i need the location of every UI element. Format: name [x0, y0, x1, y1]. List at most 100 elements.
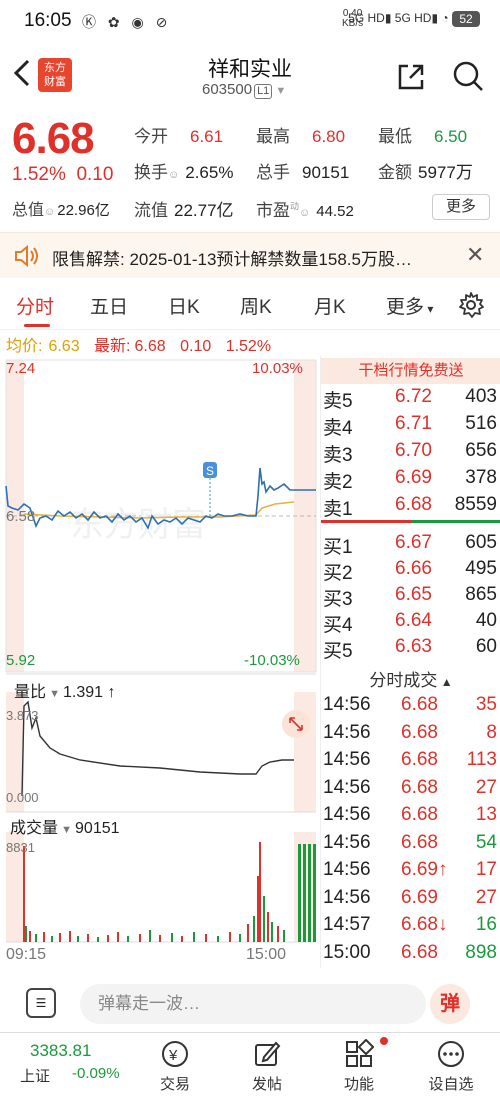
bid-row[interactable]: 买2 6.66 495 — [321, 558, 500, 584]
intraday-chart[interactable]: 东方财富 S 7.24 10.03% 6.58 5.92 -10.03% 量比 … — [0, 356, 320, 976]
ask-row[interactable]: 卖2 6.69 378 — [321, 467, 500, 493]
tick-row: 14:56 6.68 13 — [321, 804, 500, 832]
ask-row[interactable]: 卖3 6.70 656 — [321, 440, 500, 466]
volume-selector[interactable]: 成交量 ▼ 90151 — [10, 814, 120, 838]
gear-icon[interactable] — [458, 292, 484, 318]
bid-row[interactable]: 买4 6.64 40 — [321, 610, 500, 636]
notice-text: 限售解禁: 2025-01-13预计解禁数量158.5万股… — [52, 250, 412, 269]
tick-price: 6.69 — [401, 886, 438, 908]
tick-time: 14:56 — [323, 804, 371, 825]
more-button[interactable]: 更多 — [432, 194, 490, 220]
stock-header: 东方 财富 祥和实业 603500 L1 ▼ — [0, 44, 500, 106]
bid-row[interactable]: 买1 6.67 605 — [321, 532, 500, 558]
tick-time: 14:56 — [323, 831, 371, 853]
time-axis-end: 15:00 — [246, 946, 287, 963]
index-change: -0.09% — [72, 1065, 120, 1082]
tick-row: 14:56 6.68 35 — [321, 694, 500, 722]
free-level2-banner[interactable]: 干档行情免费送 — [321, 358, 500, 384]
open-field: 今开 6.61 — [134, 127, 224, 146]
tick-row: 14:56 6.68 113 — [321, 749, 500, 777]
tick-row: 14:56 6.68 54 — [321, 832, 500, 860]
tick-price: 6.68 — [401, 721, 438, 743]
bid-volume: 865 — [465, 584, 497, 605]
tick-time: 14:56 — [323, 694, 371, 715]
danmaku-input[interactable]: 弹幕走一波… — [80, 984, 426, 1024]
tick-price: 6.68 — [401, 831, 438, 853]
nav-functions[interactable]: 功能 — [314, 1033, 404, 1105]
bid-label: 买3 — [323, 589, 353, 610]
time-axis-start: 09:15 — [6, 946, 47, 963]
bid-row[interactable]: 买3 6.65 865 — [321, 584, 500, 610]
tick-row: 14:56 6.68 27 — [321, 777, 500, 805]
status-notification-icons: Ⓚ ✿ ◉ ⊘ — [82, 14, 172, 30]
tick-price: 6.68 — [401, 749, 438, 770]
tick-volume: 8 — [486, 721, 497, 743]
tick-price: 6.68 — [401, 941, 438, 963]
tab-monthly-k[interactable]: 月K — [314, 292, 346, 319]
volume-bars — [23, 842, 316, 942]
ask-volume: 8559 — [454, 494, 497, 515]
tab-5day[interactable]: 五日 — [90, 292, 128, 319]
ask-volume: 378 — [465, 467, 497, 488]
tick-volume: 35 — [475, 694, 497, 715]
tick-price: 6.68 — [401, 776, 438, 798]
tick-time: 14:56 — [323, 776, 371, 798]
bid-label: 买1 — [323, 537, 353, 558]
info-icon[interactable]: ☺ — [299, 207, 310, 219]
close-shade — [294, 360, 316, 672]
tick-row: 14:56 6.69↑ 17 — [321, 859, 500, 887]
bottom-nav: 3383.81 上证 -0.09% ¥ 交易 发帖 功能 设自选 — [0, 1032, 500, 1105]
index-value: 3383.81 — [30, 1041, 92, 1060]
ask-row[interactable]: 卖1 6.68 8559 — [321, 494, 500, 520]
status-time: 16:05 — [24, 10, 72, 31]
ask-price: 6.70 — [395, 440, 432, 461]
bid-volume: 495 — [465, 558, 497, 579]
signal-2: 5G HD — [394, 11, 432, 26]
tab-intraday[interactable]: 分时 — [16, 292, 54, 319]
status-bar: 16:05 Ⓚ ✿ ◉ ⊘ 0.40 KB/s 5G HD▮ 5G HD▮ ◔ 5… — [0, 0, 500, 40]
tab-weekly-k[interactable]: 周K — [240, 292, 272, 319]
tick-volume: 16 — [475, 914, 497, 935]
unlock-notice-bar[interactable]: 限售解禁: 2025-01-13预计解禁数量158.5万股… ✕ — [0, 232, 500, 278]
tick-price: 6.68 — [401, 694, 438, 715]
ask-label: 卖4 — [323, 418, 353, 439]
bid-volume: 605 — [465, 532, 497, 553]
ask-label: 卖2 — [323, 472, 353, 493]
signal-marker-label: S — [206, 464, 214, 478]
bid-price: 6.66 — [395, 558, 432, 579]
ask-row[interactable]: 卖5 6.72 403 — [321, 386, 500, 412]
info-icon[interactable]: ☺ — [168, 169, 179, 181]
chart-tabs: 分时 五日 日K 周K 月K 更多 ▾ — [0, 282, 500, 330]
float-cap-field: 流值 22.77亿 — [134, 201, 234, 220]
tab-daily-k[interactable]: 日K — [168, 292, 200, 319]
price-axis-bottom: 5.92 — [6, 652, 36, 669]
stock-code-selector[interactable]: 603500 L1 ▼ — [202, 81, 286, 99]
nav-trade[interactable]: ¥ 交易 — [130, 1033, 220, 1105]
danmaku-settings-icon[interactable]: ☰ — [26, 988, 56, 1018]
tick-time: 15:00 — [323, 941, 371, 963]
nav-post[interactable]: 发帖 — [222, 1033, 312, 1105]
search-icon[interactable] — [452, 60, 484, 92]
tick-time: 14:57 — [323, 914, 371, 935]
bid-price: 6.67 — [395, 532, 432, 553]
ask-row[interactable]: 卖4 6.71 516 — [321, 413, 500, 439]
ticks-title[interactable]: 分时成交 ▲ — [321, 666, 500, 691]
tab-more[interactable]: 更多 ▾ — [386, 292, 433, 319]
tick-volume: 898 — [465, 941, 497, 963]
tick-volume: 27 — [475, 776, 497, 798]
info-icon[interactable]: ☺ — [44, 206, 55, 218]
share-icon[interactable] — [396, 62, 426, 92]
tick-row: 15:00 6.68 898 — [321, 942, 500, 970]
index-widget[interactable]: 3383.81 上证 -0.09% — [0, 1033, 140, 1105]
danmaku-button[interactable]: 弹 — [430, 984, 470, 1024]
tick-price: 6.68↓ — [401, 914, 448, 935]
price-change: 1.52% 0.10 — [12, 164, 114, 185]
comment-bar: ☰ 弹幕走一波… 弹 — [0, 984, 500, 1030]
volume-ratio-selector[interactable]: 量比 ▼ 1.391 ↑ — [14, 678, 116, 702]
ask-volume: 516 — [465, 413, 497, 434]
volume-ratio-curve — [21, 700, 294, 797]
nav-add-watchlist[interactable]: 设自选 — [406, 1033, 496, 1105]
price-axis-top: 7.24 — [6, 360, 36, 377]
close-icon[interactable]: ✕ — [466, 242, 484, 268]
bid-row[interactable]: 买5 6.63 60 — [321, 636, 500, 662]
